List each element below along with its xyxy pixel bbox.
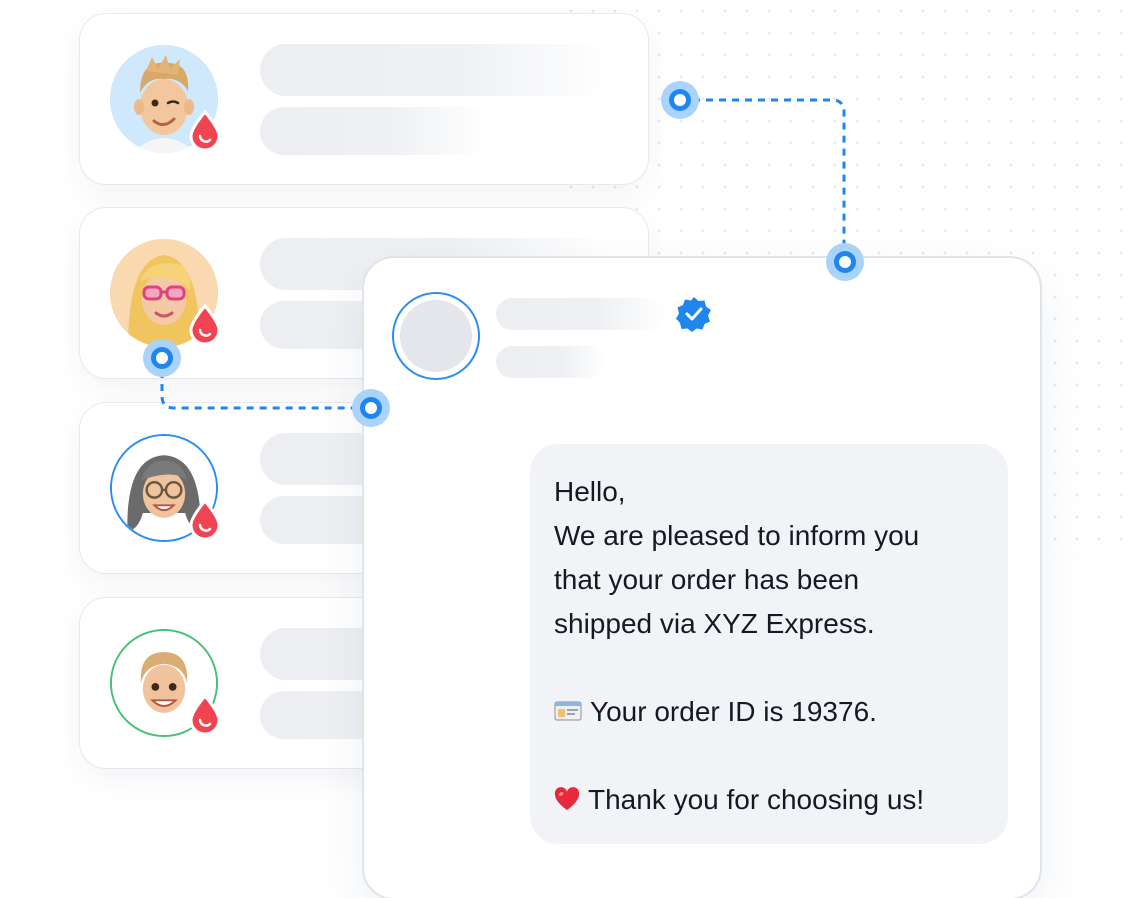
drop-icon [189, 110, 221, 150]
message-line: that your order has been [554, 564, 860, 595]
sender-subtitle-placeholder [496, 346, 606, 378]
contact-card[interactable] [80, 14, 648, 184]
message-text: Hello, We are pleased to inform you that… [554, 470, 994, 822]
connector-node[interactable] [143, 339, 181, 377]
red-heart-emoji-icon [554, 786, 580, 810]
detail-placeholder [260, 107, 490, 155]
thanks-text: Thank you for choosing us! [588, 784, 925, 815]
message-bubble: Hello, We are pleased to inform you that… [530, 444, 1008, 844]
sender-name-placeholder [496, 298, 666, 330]
verified-check-icon [676, 297, 711, 332]
drop-icon [189, 304, 221, 344]
message-line: Hello, [554, 476, 626, 507]
message-line: We are pleased to inform you [554, 520, 920, 551]
message-line: shipped via XYZ Express. [554, 608, 875, 639]
message-card[interactable]: Hello, We are pleased to inform you that… [364, 258, 1040, 898]
drop-icon [189, 694, 221, 734]
message-line-order: Your order ID is 19376. [554, 690, 994, 734]
connector-node[interactable] [826, 243, 864, 281]
sender-avatar [392, 292, 480, 380]
id-card-emoji-icon [554, 701, 582, 721]
order-id-text: Your order ID is 19376. [590, 696, 877, 727]
name-placeholder [260, 44, 610, 96]
message-line-thanks: Thank you for choosing us! [554, 778, 994, 822]
connector-node[interactable] [352, 389, 390, 427]
drop-icon [189, 499, 221, 539]
connector-node[interactable] [661, 81, 699, 119]
